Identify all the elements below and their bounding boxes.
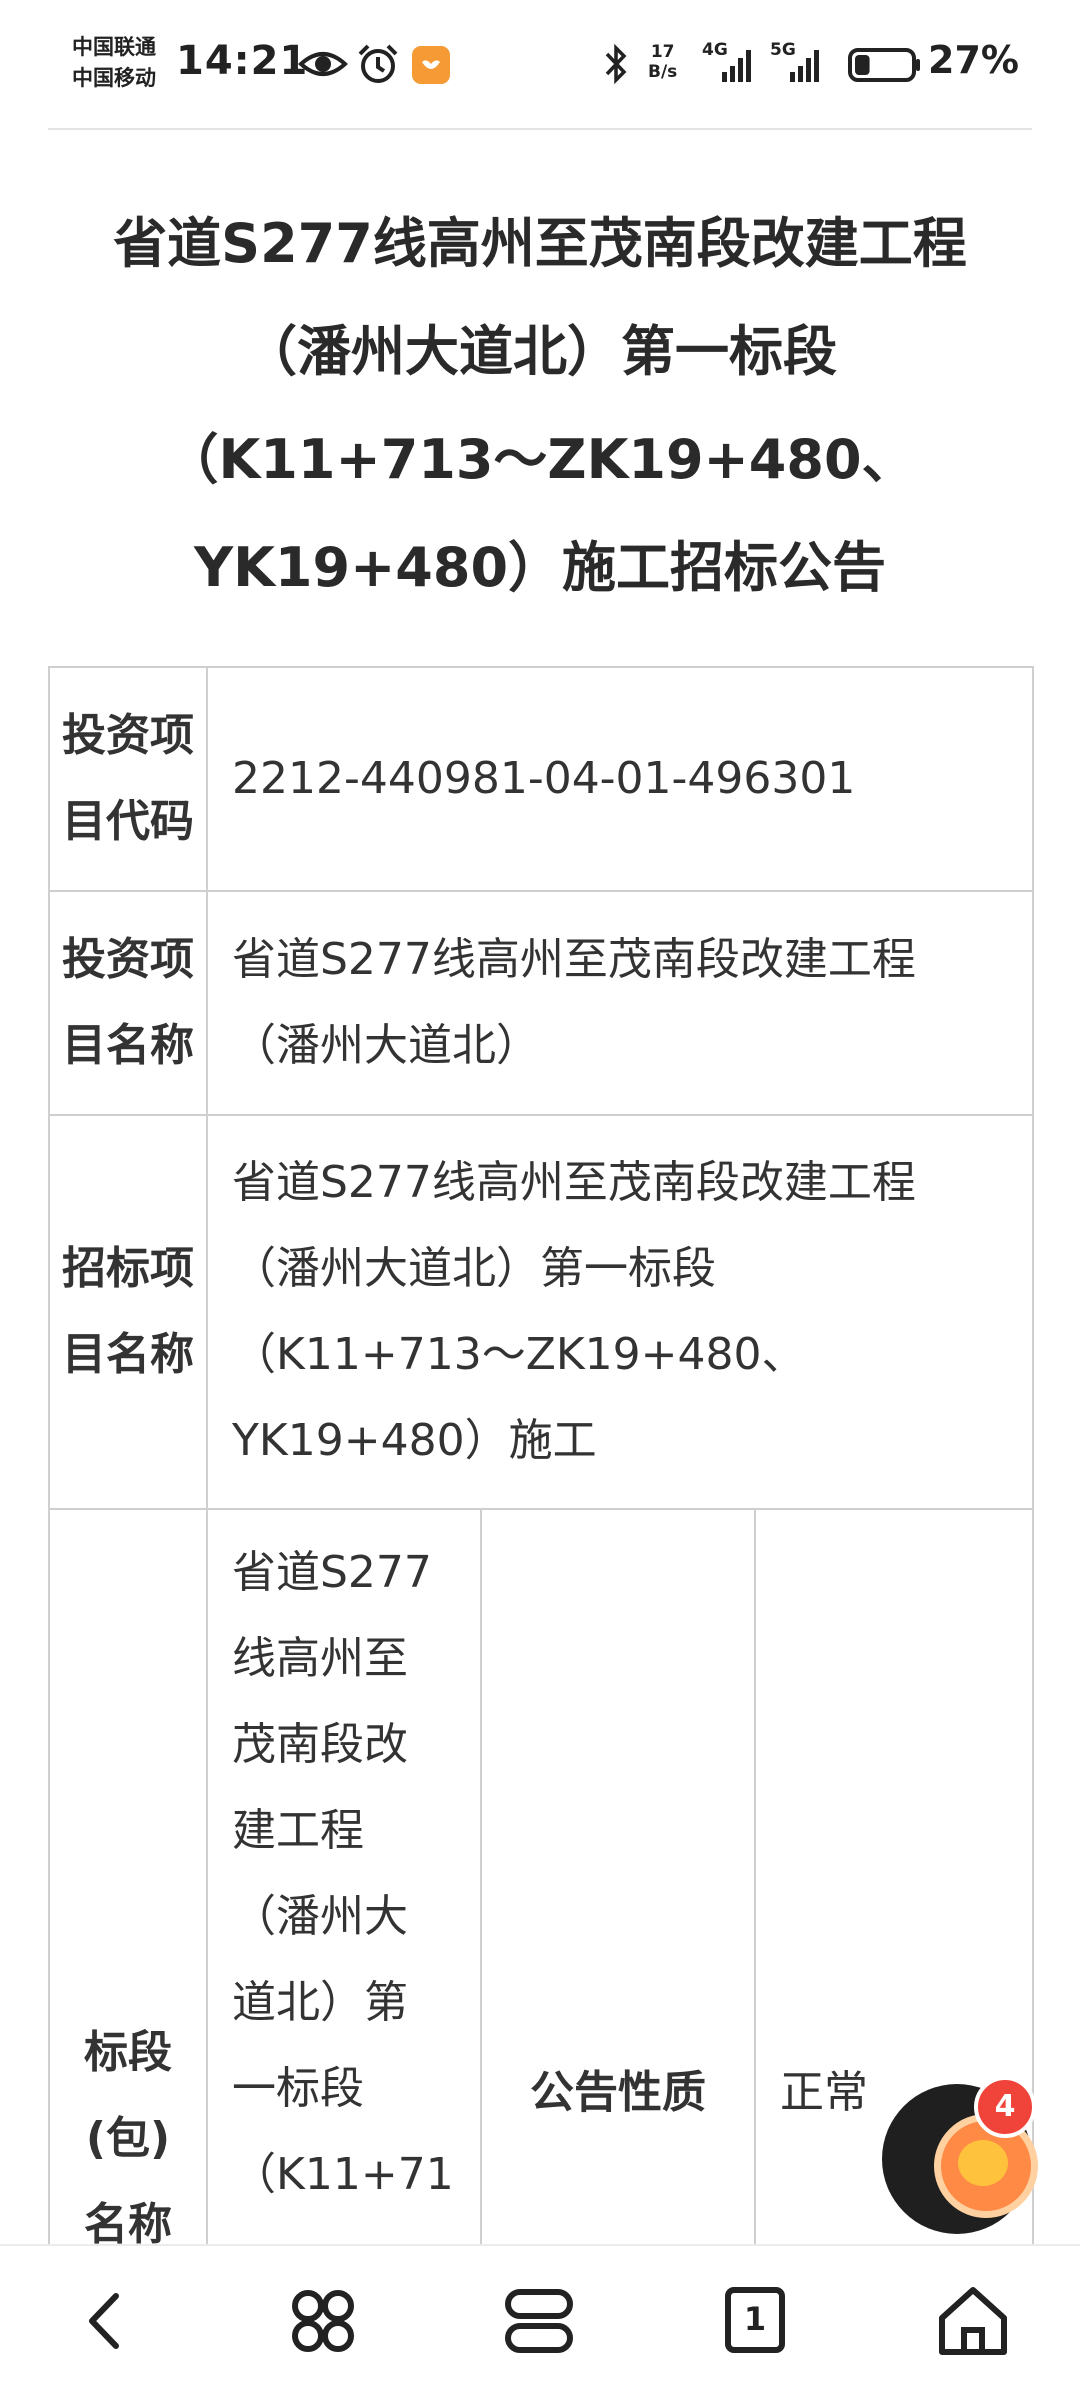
value-line: （潘州大道北）第一标段 — [232, 1243, 716, 1294]
label-line: 投资项 — [62, 934, 194, 985]
investment-code-label: 投资项 目代码 — [48, 666, 208, 892]
screen: 中国联通 中国移动 14:21 17 B/s 4G 5G 27% 省道S277线… — [0, 0, 1080, 2388]
carrier-1: 中国联通 — [72, 35, 156, 59]
value-line: 茂南段改 — [232, 1719, 408, 1770]
label-line: 招标项 — [62, 1243, 194, 1294]
page-title-line-1: 省道S277线高州至茂南段改建工程 — [113, 212, 967, 275]
value-line: 省道S277线高州至茂南段改建工程 — [232, 934, 916, 985]
label-line: 目名称 — [62, 1020, 194, 1071]
investment-name-value: 省道S277线高州至茂南段改建工程 （潘州大道北） — [205, 890, 1035, 1116]
tender-project-name-value: 省道S277线高州至茂南段改建工程 （潘州大道北）第一标段 （K11+713～Z… — [205, 1114, 1035, 1510]
page-title-line-2: （潘州大道北）第一标段 — [243, 320, 837, 383]
value-line: （K11+71 — [232, 2149, 454, 2200]
eye-icon — [298, 52, 348, 76]
announcement-info-table: 投资项 目代码 2212-440981-04-01-496301 投资项 目名称… — [48, 666, 1035, 2290]
smiley-icon — [958, 2140, 1008, 2186]
value-line: 道北）第 — [232, 1977, 408, 2028]
value-line: （K11+713～ZK19+480、 — [232, 1329, 806, 1380]
tab-count: 1 — [743, 2300, 767, 2338]
announcement-nature-label: 公告性质 — [480, 1508, 756, 2290]
carrier-2: 中国移动 — [72, 66, 156, 90]
app-notification-icon — [412, 46, 450, 84]
bluetooth-icon — [605, 43, 627, 85]
value-line: （潘州大道北） — [232, 1020, 540, 1071]
alarm-icon — [358, 44, 398, 83]
network-speed: 17 B/s — [648, 42, 677, 82]
value-line: 省道S277线高州至茂南段改建工程 — [232, 1157, 916, 1208]
label-line: (包) — [85, 2113, 171, 2164]
tender-project-name-label: 招标项 目名称 — [48, 1114, 208, 1510]
label-line: 标段 — [84, 2027, 172, 2078]
header-divider — [48, 128, 1032, 130]
section-name-value: 省道S277 线高州至 茂南段改 建工程 （潘州大 道北）第 一标段 （K11+… — [206, 1508, 482, 2290]
carrier-info: 中国联通 中国移动 — [72, 32, 156, 94]
value-line: （潘州大 — [232, 1891, 408, 1942]
battery-fill — [855, 55, 870, 75]
page-title: 省道S277线高州至茂南段改建工程 （潘州大道北）第一标段 （K11+713～Z… — [60, 190, 1020, 622]
label-line: 目名称 — [62, 1329, 194, 1380]
table-row: 招标项 目名称 省道S277线高州至茂南段改建工程 （潘州大道北）第一标段 （K… — [48, 1114, 1035, 1510]
page-title-line-3: （K11+713～ZK19+480、 — [164, 428, 916, 491]
network-speed-value: 17 — [650, 42, 675, 62]
label-line: 目代码 — [62, 796, 194, 847]
page-title-line-4: YK19+480）施工招标公告 — [193, 536, 887, 599]
value-line: YK19+480）施工 — [232, 1415, 597, 1466]
section-name-label: 标段 (包) 名称 — [48, 1508, 208, 2290]
multitask-icon[interactable] — [494, 2276, 584, 2366]
battery-icon — [848, 48, 920, 82]
status-bar: 中国联通 中国移动 14:21 17 B/s 4G 5G 27% — [0, 0, 1080, 128]
back-icon[interactable] — [62, 2276, 152, 2366]
menu-icon[interactable] — [278, 2276, 368, 2366]
signal-4g-icon — [722, 50, 751, 82]
status-time: 14:21 — [176, 38, 309, 84]
value-line: 一标段 — [232, 2063, 364, 2114]
value-line: 线高州至 — [232, 1633, 408, 1684]
bottom-nav-bar: 1 — [0, 2244, 1080, 2388]
home-icon[interactable] — [928, 2276, 1018, 2366]
battery-percent: 27% — [928, 38, 1019, 82]
investment-name-label: 投资项 目名称 — [48, 890, 208, 1116]
tabs-button[interactable]: 1 — [710, 2276, 800, 2366]
value-line: 省道S277 — [232, 1547, 432, 1598]
value-line: 建工程 — [232, 1805, 364, 1856]
label-line: 投资项 — [62, 710, 194, 761]
investment-code-value: 2212-440981-04-01-496301 — [205, 666, 1035, 892]
notification-badge: 4 — [974, 2076, 1036, 2138]
network-speed-unit: B/s — [648, 62, 678, 82]
signal-5g-icon — [790, 50, 819, 82]
table-row: 投资项 目代码 2212-440981-04-01-496301 — [48, 666, 1035, 892]
table-row: 投资项 目名称 省道S277线高州至茂南段改建工程 （潘州大道北） — [48, 890, 1035, 1116]
